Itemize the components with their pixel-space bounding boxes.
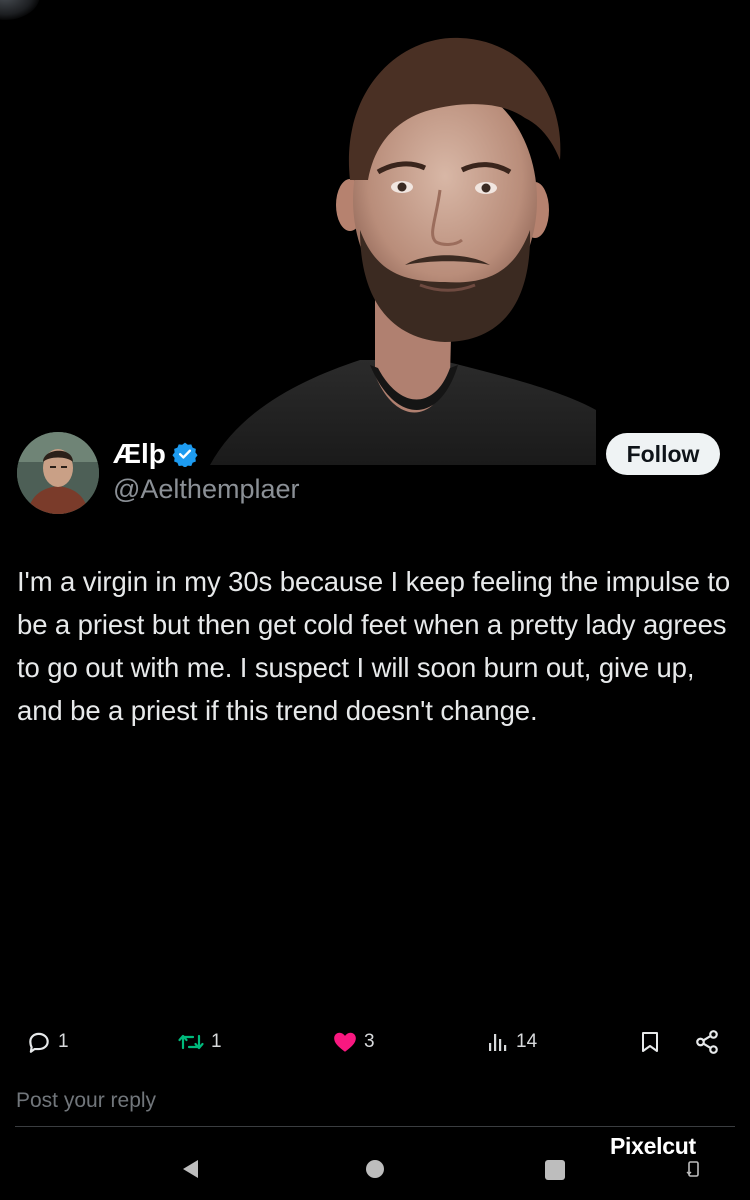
reply-input[interactable]: [16, 1089, 716, 1113]
views-count: 14: [516, 1031, 538, 1052]
recents-nav-icon[interactable]: [545, 1160, 565, 1180]
rotate-icon: [686, 1161, 699, 1177]
views-chart-icon: [489, 1034, 507, 1051]
display-name[interactable]: Ælþ: [113, 438, 198, 470]
heart-icon: [334, 1032, 356, 1052]
reply-icon: [29, 1032, 49, 1053]
reply-button[interactable]: 1: [26, 1022, 69, 1062]
bookmark-button[interactable]: [638, 1022, 662, 1062]
handle[interactable]: @Aelthemplaer: [113, 474, 300, 505]
share-icon: [696, 1030, 718, 1054]
repost-icon: [178, 1034, 204, 1050]
repost-button[interactable]: 1: [177, 1022, 222, 1062]
reply-count: 1: [58, 1031, 69, 1052]
verified-badge-icon: [172, 442, 198, 467]
bookmark-icon: [642, 1032, 658, 1052]
display-name-text: Ælþ: [113, 438, 166, 469]
action-bar: 1 1 3 14: [0, 1022, 750, 1062]
like-button[interactable]: 3: [332, 1022, 375, 1062]
repost-count: 1: [211, 1031, 222, 1052]
follow-button[interactable]: Follow: [606, 433, 720, 475]
person-photo: [210, 37, 596, 465]
post-text: I'm a virgin in my 30s because I keep fe…: [17, 566, 731, 726]
avatar[interactable]: [17, 432, 99, 514]
share-button[interactable]: [694, 1022, 720, 1062]
divider: [15, 1126, 735, 1127]
home-nav-icon[interactable]: [366, 1160, 384, 1178]
back-nav-icon[interactable]: [180, 1158, 202, 1180]
watermark-label: Pixelcut: [610, 1133, 696, 1159]
corner-glow: [0, 0, 40, 20]
like-count: 3: [364, 1031, 375, 1052]
views-button[interactable]: 14: [486, 1022, 537, 1062]
